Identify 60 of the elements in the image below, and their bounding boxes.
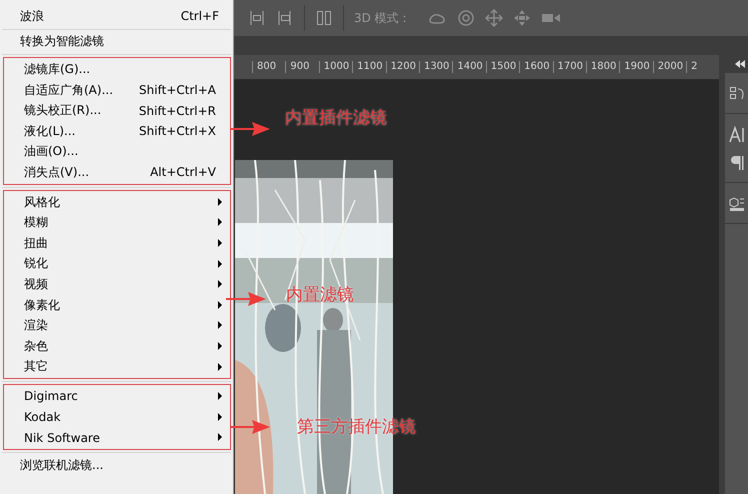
slide-3d-icon[interactable] xyxy=(512,9,531,27)
submenu-arrow-icon xyxy=(218,218,222,226)
annotation-label: 内置滤镜 xyxy=(286,284,354,306)
submenu-arrow-icon xyxy=(218,412,222,421)
menu-item[interactable]: 自适应广角(A)... Shift+Ctrl+A xyxy=(4,80,230,100)
ruler-label: 1400 xyxy=(452,61,486,73)
3d-mode-label: 3D 模式： xyxy=(354,10,411,26)
submenu-arrow-icon xyxy=(218,300,222,309)
menu-item[interactable]: 其它 xyxy=(4,356,230,378)
align-icon[interactable] xyxy=(248,9,266,27)
ruler-label: 2000 xyxy=(652,61,686,73)
menu-item[interactable]: 转换为智能滤镜 xyxy=(0,32,233,52)
menu-item[interactable]: 液化(L)... Shift+Ctrl+X xyxy=(4,120,230,142)
arrow xyxy=(226,291,266,307)
pan-3d-icon[interactable] xyxy=(484,9,503,27)
roll-3d-icon[interactable] xyxy=(456,9,475,27)
ruler-label: 1600 xyxy=(519,61,553,73)
ruler-label: 900 xyxy=(285,61,319,73)
submenu-arrow-icon xyxy=(218,392,222,400)
submenu-arrow-icon xyxy=(218,280,222,288)
menu-item[interactable]: 消失点(V)... Alt+Ctrl+V xyxy=(4,162,230,183)
menu-item[interactable]: Kodak xyxy=(4,406,230,428)
submenu-arrow-icon xyxy=(218,198,222,206)
submenu-arrow-icon xyxy=(218,321,222,330)
submenu-arrow-icon xyxy=(218,342,222,350)
menu-item[interactable]: 风格化 xyxy=(4,192,230,212)
menu-item[interactable]: 波浪 Ctrl+F xyxy=(0,6,233,27)
ruler-label: 1300 xyxy=(418,61,452,73)
submenu-arrow-icon xyxy=(218,260,222,268)
menu-item[interactable]: Digimarc xyxy=(4,386,230,407)
menu-item[interactable]: 镜头校正(R)... Shift+Ctrl+R xyxy=(4,100,230,121)
menu-item[interactable]: 扭曲 xyxy=(4,232,230,254)
menu-item[interactable]: 滤镜库(G)... xyxy=(4,59,230,80)
menu-item[interactable]: 像素化 xyxy=(4,294,230,316)
ruler-label: 800 xyxy=(252,61,286,73)
ruler-label: 1900 xyxy=(619,61,653,73)
menu-item[interactable]: 视频 xyxy=(4,274,230,295)
collapse-icon[interactable] xyxy=(735,60,745,68)
submenu-arrow-icon xyxy=(218,433,222,442)
3d-panel-icon[interactable] xyxy=(728,195,746,213)
ruler-label: 1100 xyxy=(352,61,386,73)
annotation-label: 内置插件滤镜 xyxy=(285,107,387,129)
menu-item[interactable]: 浏览联机滤镜... xyxy=(0,454,233,476)
arrow xyxy=(230,121,270,137)
menu-item[interactable]: Nik Software xyxy=(4,427,230,448)
character-icon[interactable] xyxy=(728,126,746,144)
ruler-label: 1800 xyxy=(586,61,620,73)
menu-item[interactable]: 杂色 xyxy=(4,336,230,356)
ruler-label: 1500 xyxy=(486,61,520,73)
menu-item[interactable]: 锐化 xyxy=(4,254,230,274)
menu-item[interactable]: 模糊 xyxy=(4,212,230,233)
menu-item[interactable]: 油画(O)... xyxy=(4,142,230,162)
arrow xyxy=(230,419,270,435)
ruler-label: 1700 xyxy=(552,61,586,73)
submenu-arrow-icon xyxy=(218,238,222,247)
ruler-label: 1200 xyxy=(386,61,419,73)
menu-item[interactable]: 渲染 xyxy=(4,315,230,336)
submenu-arrow-icon xyxy=(218,362,222,370)
ruler-label: 1000 xyxy=(318,61,352,73)
distribute-icon[interactable] xyxy=(315,9,333,27)
